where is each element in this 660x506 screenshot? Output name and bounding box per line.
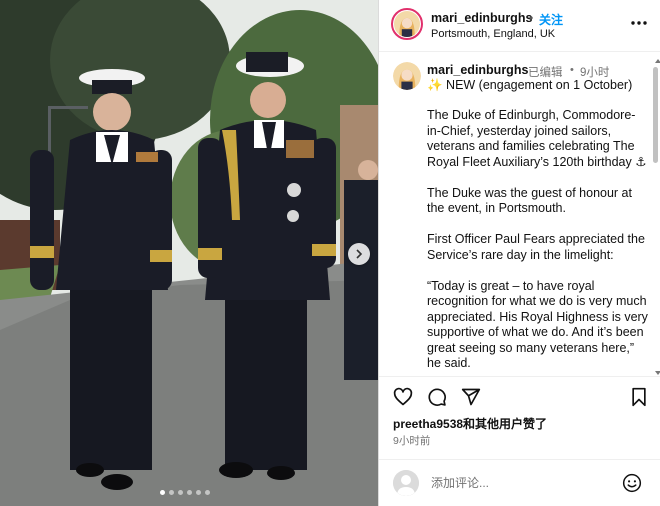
emoji-icon[interactable] bbox=[622, 473, 642, 493]
location-link[interactable]: Portsmouth, England, UK bbox=[431, 28, 555, 40]
caption-text: The Duke of Edinburgh, Commodore-in-Chie… bbox=[427, 108, 649, 375]
caption-avatar[interactable] bbox=[393, 62, 421, 90]
avatar-illustration bbox=[394, 11, 420, 37]
post-header: mari_edinburghs • 关注 Portsmouth, England… bbox=[379, 0, 660, 52]
scroll-up-arrow[interactable] bbox=[655, 59, 660, 63]
heart-icon[interactable] bbox=[393, 387, 413, 407]
carousel-dot bbox=[205, 490, 210, 495]
separator-dot: • bbox=[570, 64, 574, 76]
caption-scrollbar[interactable] bbox=[653, 67, 658, 367]
carousel-dot bbox=[169, 490, 174, 495]
avatar-illustration bbox=[393, 62, 421, 90]
header-username[interactable]: mari_edinburghs bbox=[431, 11, 532, 25]
share-icon[interactable] bbox=[461, 387, 481, 407]
liked-by-suffix: 和其他用户赞了 bbox=[463, 417, 548, 431]
carousel-dot bbox=[178, 490, 183, 495]
caption-paragraph: The Duke of Edinburgh, Commodore-in-Chie… bbox=[427, 108, 647, 169]
avatar[interactable] bbox=[391, 8, 423, 40]
comment-input[interactable] bbox=[431, 474, 611, 492]
separator-dot: • bbox=[529, 11, 534, 25]
carousel-next-button[interactable] bbox=[348, 243, 370, 265]
photo-scene bbox=[0, 0, 378, 506]
scroll-thumb[interactable] bbox=[653, 67, 658, 163]
post-side-panel: mari_edinburghs • 关注 Portsmouth, England… bbox=[378, 0, 660, 506]
carousel-dots bbox=[160, 490, 210, 495]
user-placeholder-icon bbox=[393, 470, 419, 496]
scroll-down-arrow[interactable] bbox=[655, 371, 660, 375]
caption-paragraph: The Duke was the guest of honour at the … bbox=[427, 185, 632, 216]
more-horizontal-icon[interactable] bbox=[630, 14, 648, 32]
post-date[interactable]: 9小时前 bbox=[393, 433, 430, 448]
caption-paragraph: “Today is great – to have royal recognit… bbox=[427, 278, 648, 371]
likes-summary[interactable]: preetha9538和其他用户赞了 bbox=[393, 415, 547, 432]
carousel-dot bbox=[196, 490, 201, 495]
post-photo[interactable] bbox=[0, 0, 378, 506]
caption-area[interactable]: mari_edinburghs 已编辑 • 9小时 ✨ NEW (engagem… bbox=[379, 53, 660, 375]
chevron-right-icon bbox=[356, 249, 363, 259]
comment-icon[interactable] bbox=[427, 387, 447, 407]
carousel-dot bbox=[160, 490, 165, 495]
caption-new-line: ✨ NEW (engagement on 1 October) bbox=[427, 78, 633, 92]
caption-paragraph: First Officer Paul Fears appreciated the… bbox=[427, 232, 645, 262]
liked-by-username[interactable]: preetha9538 bbox=[393, 417, 463, 431]
comment-bar bbox=[379, 459, 660, 506]
post-actions: preetha9538和其他用户赞了 9小时前 bbox=[379, 376, 660, 466]
current-user-avatar bbox=[393, 470, 419, 496]
follow-button[interactable]: 关注 bbox=[539, 11, 563, 28]
carousel-dot bbox=[187, 490, 192, 495]
caption-username[interactable]: mari_edinburghs bbox=[427, 63, 528, 77]
bookmark-icon[interactable] bbox=[629, 387, 649, 407]
